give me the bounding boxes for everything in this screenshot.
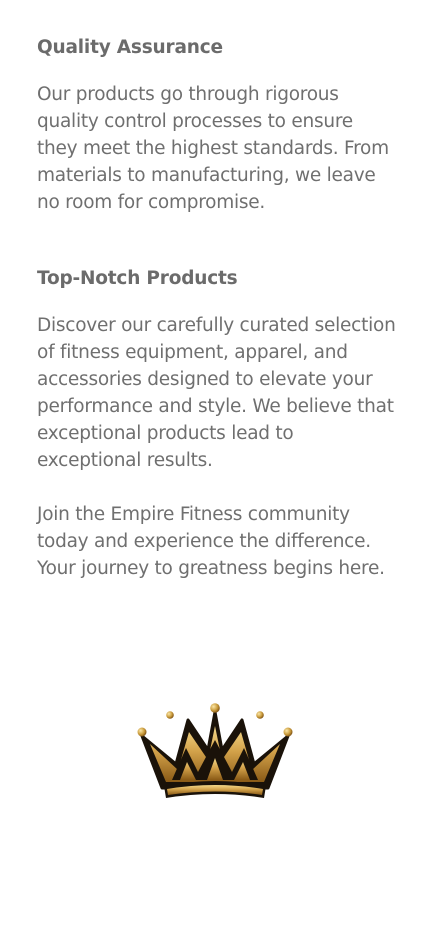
top-notch-products-text: Discover our carefully curated selection… <box>37 315 396 471</box>
top-notch-products-heading: Top-Notch Products <box>37 268 238 289</box>
quality-assurance-heading: Quality Assurance <box>37 37 223 58</box>
crown-logo <box>136 702 294 804</box>
community-invitation-text: Join the Empire Fitness community today … <box>37 504 385 579</box>
quality-assurance-text: Our products go through rigorous quality… <box>37 84 389 213</box>
crown-icon <box>137 703 293 798</box>
